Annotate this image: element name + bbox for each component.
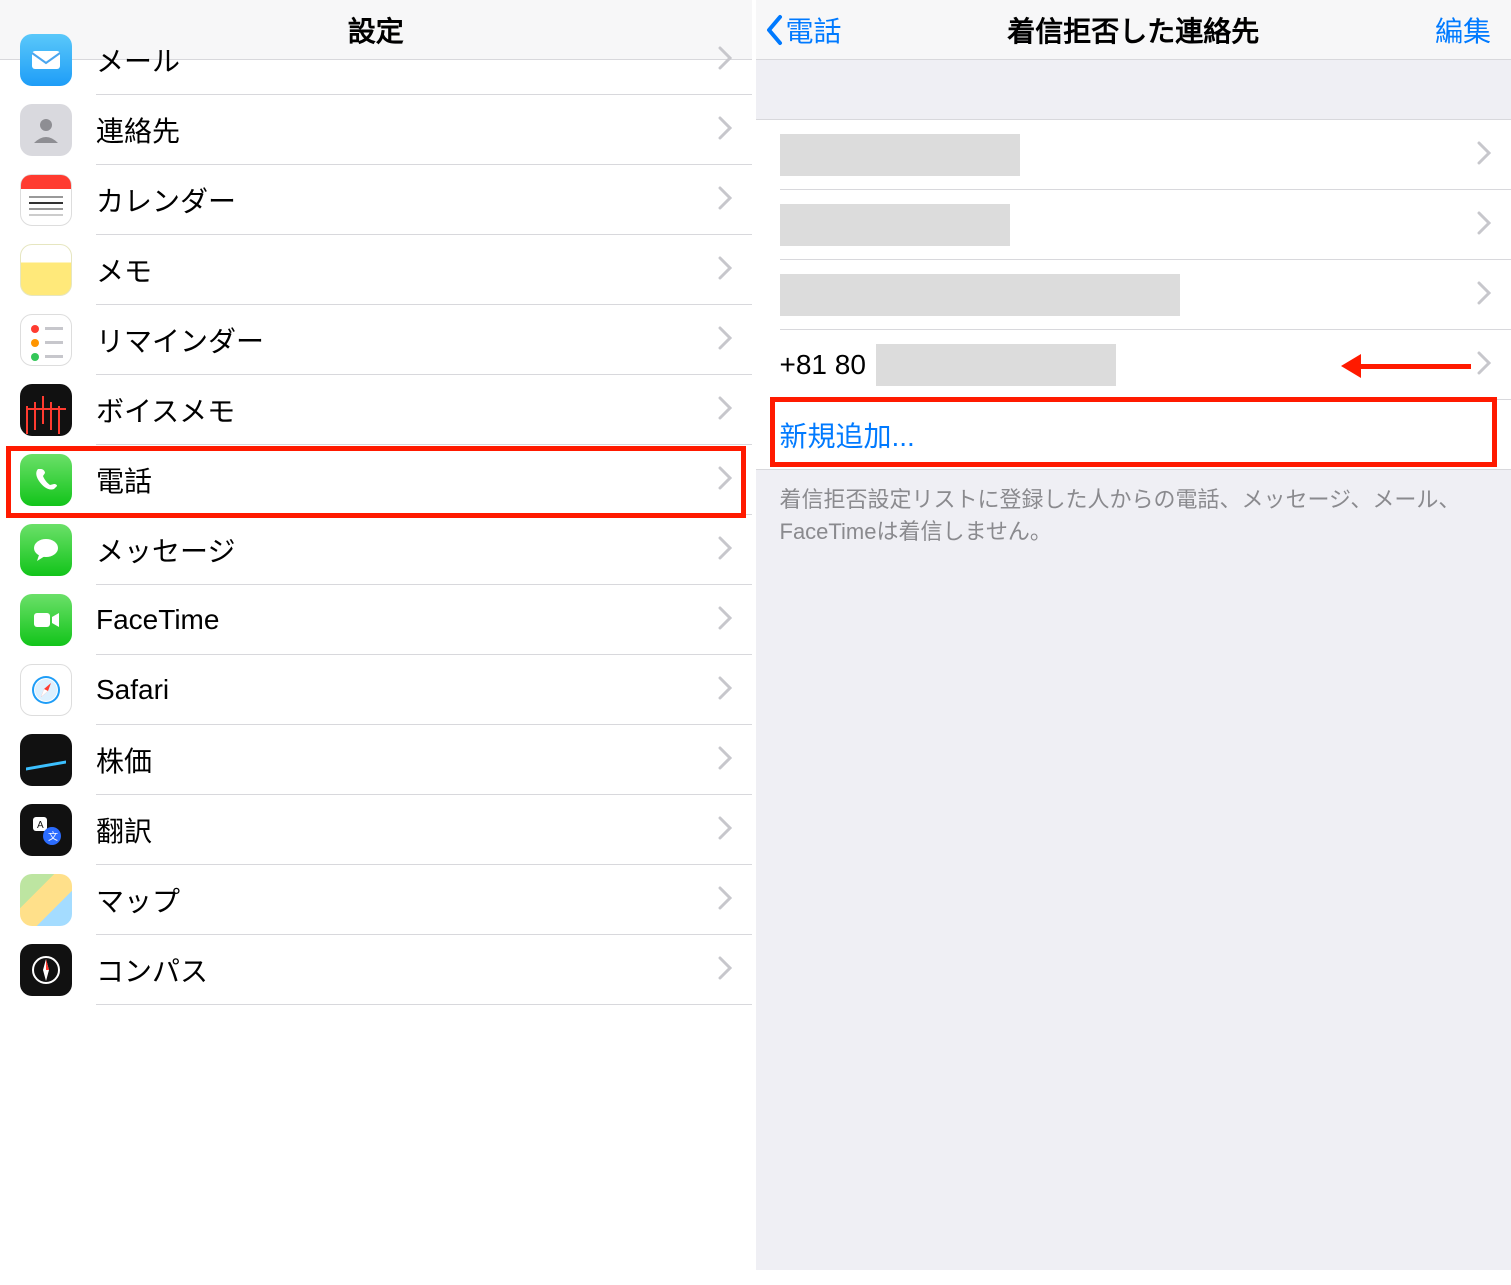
edit-label: 編集 — [1435, 16, 1491, 47]
chevron-right-icon — [718, 746, 732, 775]
settings-pane: 設定 メール 連絡先 カレンダー — [0, 0, 756, 1285]
chevron-right-icon — [1477, 351, 1491, 380]
voice-memos-icon — [20, 384, 72, 436]
row-label: 電話 — [96, 460, 152, 500]
row-label: ボイスメモ — [96, 390, 235, 430]
row-label: リマインダー — [96, 320, 264, 360]
facetime-icon — [20, 594, 72, 646]
stocks-icon — [20, 734, 72, 786]
row-label: 翻訳 — [96, 810, 152, 850]
row-label: FaceTime — [96, 604, 219, 636]
footer-note: 着信拒否設定リストに登録した人からの電話、メッセージ、メール、FaceTimeは… — [756, 470, 1511, 1270]
back-label: 電話 — [786, 10, 842, 50]
blocked-contact-row[interactable] — [756, 260, 1511, 330]
redacted-text — [780, 274, 1180, 316]
chevron-right-icon — [718, 886, 732, 915]
settings-row-compass[interactable]: コンパス — [0, 935, 752, 1005]
chevron-right-icon — [1477, 281, 1491, 310]
row-label: カレンダー — [96, 180, 236, 220]
settings-row-translate[interactable]: A文 翻訳 — [0, 795, 752, 865]
blocked-contact-row[interactable] — [756, 190, 1511, 260]
phone-icon — [20, 454, 72, 506]
chevron-left-icon — [764, 14, 784, 46]
settings-row-safari[interactable]: Safari — [0, 655, 752, 725]
back-button[interactable]: 電話 — [764, 10, 842, 50]
annotation-arrow — [1341, 354, 1471, 378]
chevron-right-icon — [718, 606, 732, 635]
settings-row-contacts[interactable]: 連絡先 — [0, 95, 752, 165]
chevron-right-icon — [718, 816, 732, 845]
chevron-right-icon — [718, 956, 732, 985]
chevron-right-icon — [718, 186, 732, 215]
chevron-right-icon — [718, 116, 732, 145]
settings-row-facetime[interactable]: FaceTime — [0, 585, 752, 655]
settings-row-phone[interactable]: 電話 — [0, 445, 752, 515]
section-spacer — [756, 60, 1511, 120]
messages-icon — [20, 524, 72, 576]
blocked-contact-row[interactable]: +81 80 — [756, 330, 1511, 400]
chevron-right-icon — [718, 536, 732, 565]
add-new-label: 新規追加... — [780, 415, 915, 455]
chevron-right-icon — [1477, 211, 1491, 240]
chevron-right-icon — [718, 676, 732, 705]
chevron-right-icon — [718, 466, 732, 495]
calendar-icon — [20, 174, 72, 226]
chevron-right-icon — [718, 396, 732, 425]
blocked-number-prefix: +81 80 — [780, 349, 866, 381]
redacted-text — [780, 134, 1020, 176]
chevron-right-icon — [718, 256, 732, 285]
safari-icon — [20, 664, 72, 716]
contacts-icon — [20, 104, 72, 156]
settings-row-notes[interactable]: メモ — [0, 235, 752, 305]
row-label: メール — [96, 40, 180, 80]
reminders-icon — [20, 314, 72, 366]
row-label: Safari — [96, 674, 169, 706]
redacted-text — [876, 344, 1116, 386]
settings-row-reminders[interactable]: リマインダー — [0, 305, 752, 375]
chevron-right-icon — [718, 326, 732, 355]
settings-row-calendar[interactable]: カレンダー — [0, 165, 752, 235]
edit-button[interactable]: 編集 — [1435, 10, 1491, 50]
row-label: メモ — [96, 250, 152, 290]
settings-row-voice-memos[interactable]: ボイスメモ — [0, 375, 752, 445]
settings-row-maps[interactable]: マップ — [0, 865, 752, 935]
blocked-contacts-pane: 電話 着信拒否した連絡先 編集 +81 80 — [756, 0, 1511, 1285]
blocked-contact-row[interactable] — [756, 120, 1511, 190]
settings-row-stocks[interactable]: 株価 — [0, 725, 752, 795]
settings-row-mail[interactable]: メール — [0, 25, 752, 95]
row-label: 連絡先 — [96, 110, 180, 150]
translate-icon: A文 — [20, 804, 72, 856]
svg-text:文: 文 — [48, 830, 58, 843]
row-label: コンパス — [96, 950, 208, 990]
chevron-right-icon — [1477, 141, 1491, 170]
chevron-right-icon — [718, 46, 732, 75]
settings-row-messages[interactable]: メッセージ — [0, 515, 752, 585]
svg-text:A: A — [37, 820, 44, 831]
redacted-text — [780, 204, 1010, 246]
maps-icon — [20, 874, 72, 926]
mail-icon — [20, 34, 72, 86]
settings-list: メール 連絡先 カレンダー メモ — [0, 25, 752, 1005]
compass-icon — [20, 944, 72, 996]
row-label: マップ — [96, 880, 180, 920]
row-label: 株価 — [96, 740, 152, 780]
add-new-button[interactable]: 新規追加... — [756, 400, 1511, 470]
notes-icon — [20, 244, 72, 296]
blocked-title: 着信拒否した連絡先 — [1007, 10, 1259, 50]
blocked-header: 電話 着信拒否した連絡先 編集 — [756, 0, 1511, 60]
row-label: メッセージ — [96, 530, 235, 570]
